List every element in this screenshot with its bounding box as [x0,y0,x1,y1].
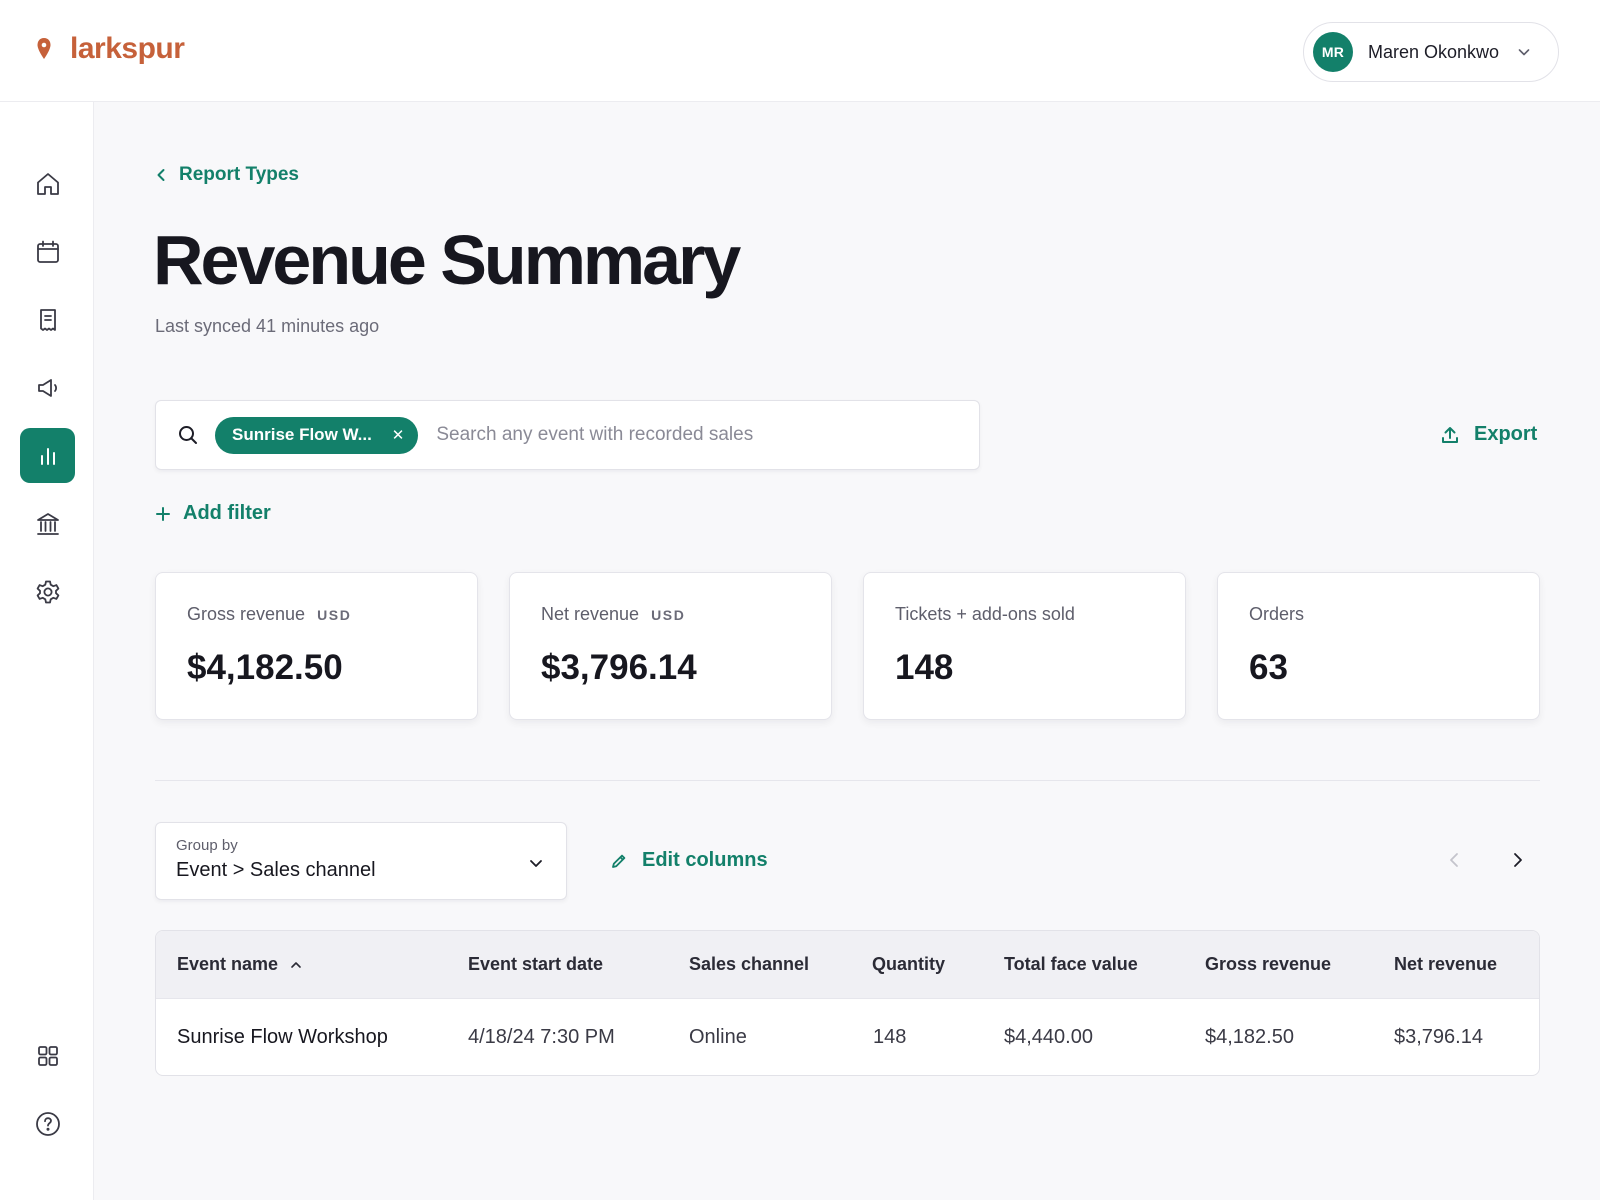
export-label: Export [1474,423,1538,445]
page-title: Revenue Summary [153,221,741,299]
event-filter-chip[interactable]: Sunrise Flow W... ✕ [215,416,419,454]
chip-label: Sunrise Flow W... [232,425,372,444]
stat-value: 63 [1249,648,1288,687]
column-header-gross-revenue[interactable]: Gross revenue [1205,931,1331,998]
stat-card-tickets-sold: Tickets + add-ons sold 148 [863,572,1186,720]
cell-gross-revenue: $4,182.50 [1205,1025,1294,1048]
stat-card-orders: Orders 63 [1217,572,1540,720]
breadcrumb-label: Report Types [179,164,300,185]
stat-label: Tickets + add-ons sold [895,604,1075,624]
edit-columns-label: Edit columns [642,849,768,871]
add-filter-label: Add filter [183,502,271,524]
stat-value: 148 [895,648,954,687]
export-button[interactable]: Export [1440,423,1537,446]
stat-card-gross-revenue: Gross revenue USD $4,182.50 [155,572,478,720]
calendar-icon [34,238,62,266]
column-header-event-name[interactable]: Event name [177,931,302,998]
stat-label-row: Orders [1249,604,1539,625]
group-by-label: Group by [176,837,238,854]
stat-label-row: Tickets + add-ons sold [895,604,1185,625]
cell-event-start-date: 4/18/24 7:30 PM [468,1025,615,1048]
add-filter-button[interactable]: Add filter [155,502,271,525]
stat-unit: USD [317,607,352,623]
column-header-sales-channel[interactable]: Sales channel [689,931,809,998]
stat-label-row: Gross revenue USD [187,604,477,625]
stat-label: Net revenue [541,604,640,624]
sidebar-item-payouts[interactable] [20,496,75,551]
avatar: MR [1313,32,1353,72]
breadcrumb[interactable]: Report Types [155,164,299,186]
column-header-total-face-value[interactable]: Total face value [1004,931,1138,998]
search-icon [178,425,198,445]
gear-icon [34,578,62,606]
search-input[interactable] [436,424,817,446]
help-icon [34,1110,62,1138]
sync-status: Last synced 41 minutes ago [155,316,380,336]
megaphone-icon [34,374,62,402]
section-divider [155,780,1540,781]
sidebar-item-settings[interactable] [20,564,75,619]
location-pin-icon [36,37,52,61]
cell-sales-channel: Online [689,1025,747,1048]
chevron-down-icon [1517,45,1531,59]
group-by-select[interactable]: Group by Event > Sales channel [155,822,567,900]
sidebar-item-orders[interactable] [20,292,75,347]
chevron-left-icon [155,167,167,183]
close-icon[interactable]: ✕ [392,426,405,444]
sidebar-item-marketing[interactable] [20,360,75,415]
stat-label: Gross revenue [187,604,306,624]
cell-event-name: Sunrise Flow Workshop [177,1025,388,1048]
column-header-quantity[interactable]: Quantity [872,931,945,998]
stat-unit: USD [651,607,686,623]
stat-value: $3,796.14 [541,648,697,687]
sidebar-item-help[interactable] [20,1096,75,1151]
chevron-down-icon [528,855,544,871]
apps-grid-icon [35,1043,61,1069]
group-by-value: Event > Sales channel [176,859,376,881]
bar-chart-icon [35,443,61,469]
table-header: Event name Event start date Sales channe… [156,931,1539,999]
user-name: Maren Okonkwo [1368,41,1500,62]
chevron-right-icon[interactable] [1510,850,1526,870]
upload-icon [1440,425,1460,445]
sidebar-item-reports[interactable] [20,428,75,483]
top-bar: larkspur MR Maren Okonkwo [0,0,1600,102]
revenue-table: Event name Event start date Sales channe… [155,930,1540,1076]
edit-columns-button[interactable]: Edit columns [610,849,768,872]
cell-quantity: 148 [873,1025,907,1048]
logo[interactable]: larkspur [36,32,185,66]
stat-value: $4,182.50 [187,648,343,687]
home-icon [34,170,62,198]
cell-total-face-value: $4,440.00 [1004,1025,1093,1048]
table-row[interactable]: Sunrise Flow Workshop 4/18/24 7:30 PM On… [156,999,1539,1075]
bank-icon [34,510,62,538]
chevron-left-icon[interactable] [1446,850,1462,870]
column-header-net-revenue[interactable]: Net revenue [1394,931,1497,998]
sidebar-item-home[interactable] [20,156,75,211]
stat-label-row: Net revenue USD [541,604,831,625]
plus-icon [155,506,171,522]
pencil-icon [610,852,628,870]
stat-card-net-revenue: Net revenue USD $3,796.14 [509,572,832,720]
sidebar-item-calendar[interactable] [20,224,75,279]
sidebar [0,102,94,1200]
user-menu[interactable]: MR Maren Okonkwo [1303,22,1559,82]
stat-label: Orders [1249,604,1305,624]
cell-net-revenue: $3,796.14 [1394,1025,1483,1048]
sort-ascending-icon [290,960,302,970]
receipt-icon [34,306,62,334]
event-search[interactable]: Sunrise Flow W... ✕ [155,400,980,470]
column-header-event-start-date[interactable]: Event start date [468,931,603,998]
sidebar-item-apps[interactable] [20,1028,75,1083]
brand-name: larkspur [70,32,185,65]
column-header-label: Event name [177,954,279,974]
